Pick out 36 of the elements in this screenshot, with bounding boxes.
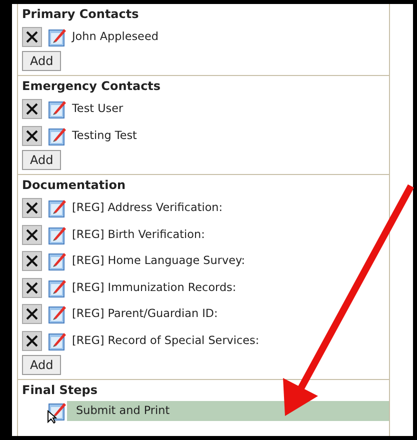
close-icon <box>26 31 38 44</box>
close-icon <box>26 228 38 241</box>
list-item[interactable]: [REG] Home Language Survey: <box>72 251 246 272</box>
list-item[interactable]: [REG] Record of Special Services: <box>72 330 260 351</box>
list-item[interactable]: [REG] Parent/Guardian ID: <box>72 304 218 324</box>
list-item[interactable]: [REG] Address Verification: <box>72 198 223 218</box>
section-heading: Final Steps <box>22 382 98 398</box>
close-icon <box>26 282 38 294</box>
delete-button[interactable] <box>22 330 42 351</box>
close-icon <box>26 202 38 214</box>
delete-button[interactable] <box>22 99 42 120</box>
action-item[interactable]: Submit and Print <box>67 400 389 421</box>
close-icon <box>26 308 38 320</box>
close-icon <box>26 130 38 142</box>
list-item[interactable]: Test User <box>72 99 124 120</box>
delete-button[interactable] <box>22 27 42 48</box>
list-item[interactable]: [REG] Birth Verification: <box>72 224 205 245</box>
delete-button[interactable] <box>22 126 42 146</box>
add-button[interactable]: Add <box>22 354 62 375</box>
list-item[interactable]: Testing Test <box>72 126 137 146</box>
section-heading: Documentation <box>22 177 126 194</box>
add-button[interactable]: Add <box>22 150 62 170</box>
cursor-icon <box>47 410 57 424</box>
add-button[interactable]: Add <box>22 51 62 72</box>
list-item[interactable]: [REG] Immunization Records: <box>72 278 236 298</box>
section-heading: Emergency Contacts <box>22 78 161 94</box>
close-icon <box>26 334 38 347</box>
delete-button[interactable] <box>22 224 42 245</box>
delete-button[interactable] <box>22 278 42 298</box>
close-icon <box>26 255 38 268</box>
section-heading: Primary Contacts <box>22 6 139 22</box>
delete-button[interactable] <box>22 251 42 272</box>
delete-button[interactable] <box>22 198 42 218</box>
delete-button[interactable] <box>22 304 42 324</box>
close-icon <box>26 103 38 116</box>
list-item[interactable]: John Appleseed <box>72 27 158 48</box>
